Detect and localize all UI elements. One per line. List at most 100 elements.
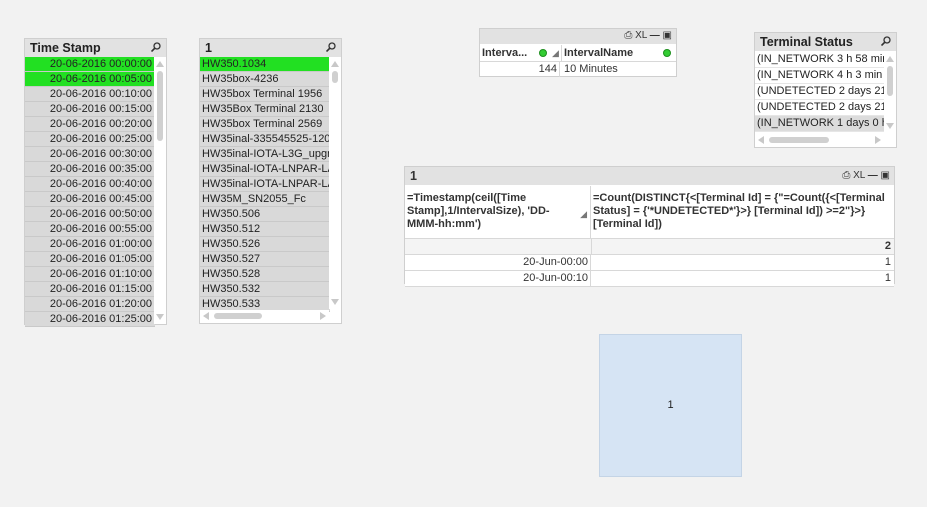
intervalname-value: 10 Minutes bbox=[564, 63, 618, 75]
terminal-horizontal-scrollbar[interactable] bbox=[200, 310, 329, 322]
terminal-list-item[interactable]: HW35inal-IOTA-LNPAR-LAI bbox=[200, 177, 330, 192]
timestamp-list-item[interactable]: 20-06-2016 00:10:00 bbox=[25, 87, 155, 102]
scroll-right-icon[interactable] bbox=[320, 312, 326, 320]
print-icon[interactable]: ⎙ bbox=[842, 170, 850, 181]
timestamp-list-item[interactable]: 20-06-2016 00:25:00 bbox=[25, 132, 155, 147]
terminal-status-item[interactable]: (IN_NETWORK 3 h 58 min 9 bbox=[755, 52, 885, 68]
timestamp-list-item[interactable]: 20-06-2016 00:20:00 bbox=[25, 117, 155, 132]
interval-table-box[interactable]: ⎙ XL — ▣ Interva... ◢ IntervalName 144 1… bbox=[479, 28, 677, 77]
maximize-icon[interactable]: ▣ bbox=[881, 170, 890, 181]
timestamp-listbox[interactable]: Time Stamp 20-06-2016 00:00:00 20-06-2016… bbox=[24, 38, 167, 327]
terminal-status-caption[interactable]: Terminal Status bbox=[755, 33, 896, 51]
minimize-icon[interactable]: — bbox=[650, 30, 660, 41]
status-vertical-scrollbar[interactable] bbox=[884, 52, 896, 133]
terminal-list-item-label: HW350.528 bbox=[202, 268, 261, 280]
scroll-down-icon[interactable] bbox=[886, 123, 894, 129]
timestamp-list-item[interactable]: 20-06-2016 00:40:00 bbox=[25, 177, 155, 192]
terminal-list-item-label: HW35inal-IOTA-LNPAR-LAI bbox=[202, 178, 330, 190]
print-icon[interactable]: ⎙ bbox=[624, 30, 632, 41]
timestamp-list-item[interactable]: 20-06-2016 01:15:00 bbox=[25, 282, 155, 297]
terminal-status-item[interactable]: (IN_NETWORK 1 days 0 h 0 bbox=[755, 116, 885, 132]
xl-icon[interactable]: XL bbox=[635, 30, 647, 41]
terminal-list-item[interactable]: HW350.532 bbox=[200, 282, 330, 297]
sort-icon[interactable]: ◢ bbox=[580, 208, 587, 221]
scroll-down-icon[interactable] bbox=[156, 314, 164, 320]
timestamp-expression-header[interactable]: =Timestamp(ceil([Time Stamp],1/IntervalS… bbox=[405, 186, 591, 238]
timestamp-list-item[interactable]: 20-06-2016 00:55:00 bbox=[25, 222, 155, 237]
maximize-icon[interactable]: ▣ bbox=[663, 30, 672, 41]
scroll-down-icon[interactable] bbox=[331, 299, 339, 305]
terminal-list-item[interactable]: HW350.526 bbox=[200, 237, 330, 252]
timestamp-list-item[interactable]: 20-06-2016 00:50:00 bbox=[25, 207, 155, 222]
terminal-list-item[interactable]: HW350.506 bbox=[200, 207, 330, 222]
timestamp-list-item[interactable]: 20-06-2016 01:05:00 bbox=[25, 252, 155, 267]
straight-table-caption[interactable]: 1 ⎙ XL — ▣ bbox=[405, 167, 894, 185]
table-row[interactable]: 20-Jun-00:00 1 bbox=[405, 255, 894, 271]
search-icon[interactable] bbox=[151, 42, 161, 52]
terminal-list-item[interactable]: HW350.1034 bbox=[200, 57, 330, 72]
timestamp-listbox-caption[interactable]: Time Stamp bbox=[25, 39, 166, 57]
timestamp-list-item-label: 20-06-2016 00:55:00 bbox=[49, 223, 152, 235]
intervalname-column-header[interactable]: IntervalName bbox=[562, 45, 676, 61]
terminal-list-item[interactable]: HW350.528 bbox=[200, 267, 330, 282]
terminal-status-item[interactable]: (UNDETECTED 2 days 21 h bbox=[755, 84, 885, 100]
terminal-list-item[interactable]: HW35inal-IOTA-LNPAR-LAI bbox=[200, 162, 330, 177]
scroll-up-icon[interactable] bbox=[886, 56, 894, 62]
timestamp-list-item[interactable]: 20-06-2016 00:00:00 bbox=[25, 57, 155, 72]
terminal-list-item[interactable]: HW35M_SN2055_Fc bbox=[200, 192, 330, 207]
scroll-right-icon[interactable] bbox=[875, 136, 881, 144]
interval-column-header[interactable]: Interva... ◢ bbox=[480, 45, 562, 61]
scroll-thumb[interactable] bbox=[769, 137, 829, 143]
terminal-list-item[interactable]: HW35box Terminal 2569 bbox=[200, 117, 330, 132]
scroll-left-icon[interactable] bbox=[203, 312, 209, 320]
timestamp-list-item-label: 20-06-2016 01:20:00 bbox=[49, 298, 152, 310]
count-straight-table[interactable]: 1 ⎙ XL — ▣ =Timestamp(ceil([Time Stamp],… bbox=[404, 166, 895, 287]
terminal-status-item[interactable]: (UNDETECTED 2 days 21 h bbox=[755, 100, 885, 116]
terminal-list-item[interactable]: HW35Box Terminal 2130 bbox=[200, 102, 330, 117]
scroll-thumb[interactable] bbox=[157, 71, 163, 141]
xl-icon[interactable]: XL bbox=[853, 170, 865, 181]
status-horizontal-scrollbar[interactable] bbox=[755, 134, 884, 146]
search-icon[interactable] bbox=[881, 36, 891, 46]
timestamp-list-item[interactable]: 20-06-2016 00:05:00 bbox=[25, 72, 155, 87]
timestamp-list-item[interactable]: 20-06-2016 01:00:00 bbox=[25, 237, 155, 252]
terminal-list-item[interactable]: HW35inal-335545525-1205 bbox=[200, 132, 330, 147]
table-row[interactable]: 20-Jun-00:10 1 bbox=[405, 271, 894, 287]
terminal-list-item[interactable]: HW350.512 bbox=[200, 222, 330, 237]
minimize-icon[interactable]: — bbox=[868, 170, 878, 181]
timestamp-list-item[interactable]: 20-06-2016 00:30:00 bbox=[25, 147, 155, 162]
terminal-listbox[interactable]: 1 HW350.1034 HW35box-4236 HW35box Terminal… bbox=[199, 38, 342, 324]
terminal-listbox-title: 1 bbox=[205, 41, 212, 55]
terminal-list-item[interactable]: HW35box-4236 bbox=[200, 72, 330, 87]
scroll-thumb[interactable] bbox=[332, 71, 338, 83]
timestamp-list-item[interactable]: 20-06-2016 01:25:00 bbox=[25, 312, 155, 327]
timestamp-list-item[interactable]: 20-06-2016 01:20:00 bbox=[25, 297, 155, 312]
terminal-list-item[interactable]: HW350.527 bbox=[200, 252, 330, 267]
terminal-list-item-label: HW350.512 bbox=[202, 223, 261, 235]
timestamp-list-item[interactable]: 20-06-2016 01:10:00 bbox=[25, 267, 155, 282]
sort-icon[interactable]: ◢ bbox=[552, 45, 559, 61]
timestamp-list-item-label: 20-06-2016 01:10:00 bbox=[49, 268, 152, 280]
terminal-list-item[interactable]: HW35inal-IOTA-L3G_upgra bbox=[200, 147, 330, 162]
timestamp-list-item[interactable]: 20-06-2016 00:35:00 bbox=[25, 162, 155, 177]
scroll-thumb[interactable] bbox=[887, 66, 893, 96]
timestamp-vertical-scrollbar[interactable] bbox=[154, 57, 166, 324]
timestamp-list-item[interactable]: 20-06-2016 00:15:00 bbox=[25, 102, 155, 117]
count-expression-header[interactable]: =Count(DISTINCT{<[Terminal Id] = {"=Coun… bbox=[591, 186, 894, 238]
scroll-thumb[interactable] bbox=[214, 313, 262, 319]
terminal-listbox-caption[interactable]: 1 bbox=[200, 39, 341, 57]
terminal-status-listbox[interactable]: Terminal Status (IN_NETWORK 3 h 58 min 9… bbox=[754, 32, 897, 148]
scroll-up-icon[interactable] bbox=[331, 61, 339, 67]
scroll-left-icon[interactable] bbox=[758, 136, 764, 144]
timestamp-list-item[interactable]: 20-06-2016 00:45:00 bbox=[25, 192, 155, 207]
terminal-list-item[interactable]: HW35box Terminal 1956 bbox=[200, 87, 330, 102]
terminal-vertical-scrollbar[interactable] bbox=[329, 57, 341, 309]
interval-data-row[interactable]: 144 10 Minutes bbox=[480, 62, 676, 77]
scroll-up-icon[interactable] bbox=[156, 61, 164, 67]
text-object[interactable]: 1 bbox=[599, 334, 742, 477]
search-icon[interactable] bbox=[326, 42, 336, 52]
interval-caption-bar: ⎙ XL — ▣ bbox=[480, 29, 676, 44]
terminal-status-item[interactable]: (IN_NETWORK 4 h 3 min 8 bbox=[755, 68, 885, 84]
timestamp-list: 20-06-2016 00:00:00 20-06-2016 00:05:00 20… bbox=[25, 57, 155, 327]
timestamp-list-item-label: 20-06-2016 00:25:00 bbox=[49, 133, 152, 145]
